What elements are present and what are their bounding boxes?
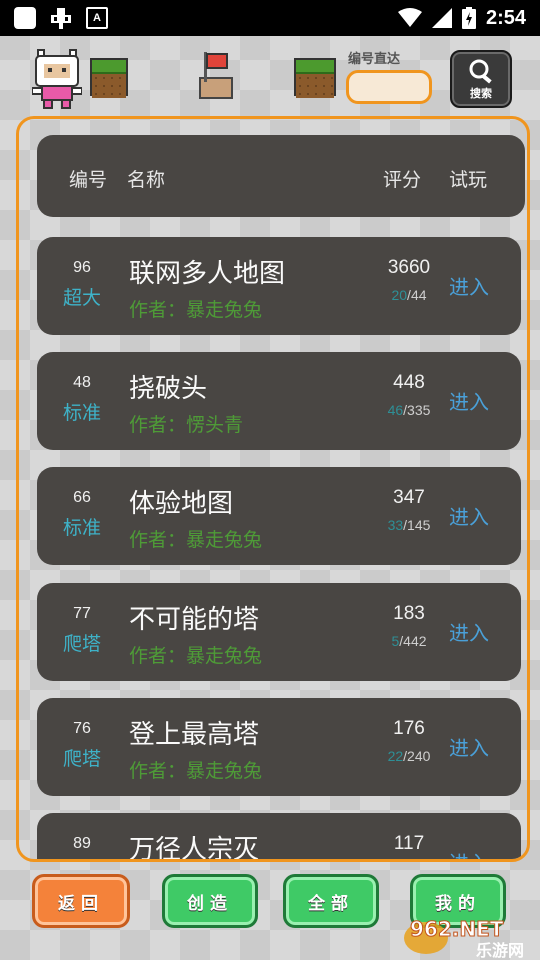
map-list-panel[interactable]: 编号 名称 评分 试玩 96 超大 联网多人地图 作者：暴走兔兔 3660 20… — [16, 116, 530, 862]
player-avatar-icon[interactable] — [32, 48, 82, 110]
magnifier-icon — [469, 59, 492, 84]
table-row[interactable]: 96 超大 联网多人地图 作者：暴走兔兔 3660 20/44 进入 — [37, 237, 521, 335]
watermark-brand: 962.NET — [410, 917, 504, 941]
map-name: 联网多人地图 — [129, 259, 286, 289]
table-row[interactable]: 76 爬塔 登上最高塔 作者：暴走兔兔 176 22/240 进入 — [37, 698, 521, 796]
top-bar: 编号直达 搜索 — [0, 36, 540, 112]
site-watermark-logo: 962.NET 乐游网 — [404, 917, 524, 958]
enter-button[interactable]: 进入 — [449, 501, 489, 530]
map-number: 77 — [73, 605, 91, 622]
map-size-tag: 标准 — [62, 517, 101, 539]
wifi-icon — [397, 8, 422, 27]
grass-block-icon[interactable] — [90, 58, 128, 98]
map-ratio: 33/145 — [387, 517, 431, 533]
table-header: 编号 名称 评分 试玩 — [37, 135, 525, 217]
map-author: 作者：暴走兔兔 — [129, 760, 263, 782]
header-score: 评分 — [383, 169, 422, 191]
map-score: 176 — [393, 718, 425, 739]
map-number: 76 — [73, 720, 91, 737]
map-author: 作者：暴走兔兔 — [129, 299, 263, 321]
header-num: 编号 — [69, 169, 108, 191]
map-size-tag: 爬塔 — [62, 633, 101, 655]
status-bar: A 2:54 — [0, 0, 540, 36]
back-button-label: 返回 — [58, 893, 104, 914]
map-author: 作者：愣头青 — [129, 414, 244, 436]
map-name: 登上最高塔 — [129, 720, 260, 750]
map-name: 万径人宗灭 — [129, 835, 260, 862]
map-ratio: 20/44 — [391, 287, 427, 303]
map-score: 117 — [393, 833, 425, 854]
map-author: 作者：暴走兔兔 — [129, 645, 263, 667]
table-row[interactable]: 66 标准 体验地图 作者：暴走兔兔 347 33/145 进入 — [37, 467, 521, 565]
all-button[interactable]: 全部 — [283, 874, 379, 928]
map-name: 挠破头 — [129, 374, 208, 404]
map-score: 448 — [393, 372, 425, 393]
signal-icon — [431, 8, 452, 28]
map-name: 体验地图 — [129, 489, 234, 519]
header-play: 试玩 — [449, 169, 488, 191]
flag-icon[interactable] — [196, 50, 236, 100]
map-size-tag: 超大 — [62, 287, 101, 309]
app-square-icon — [14, 7, 36, 29]
back-button[interactable]: 返回 — [32, 874, 130, 928]
map-score: 183 — [393, 603, 425, 624]
create-button[interactable]: 创造 — [162, 874, 258, 928]
bug-icon — [51, 8, 71, 29]
map-ratio: 46/335 — [387, 402, 431, 418]
enter-button[interactable]: 进入 — [449, 617, 489, 646]
enter-button[interactable]: 进入 — [449, 271, 489, 300]
map-number: 48 — [73, 374, 91, 391]
a-badge-icon: A — [86, 7, 108, 29]
table-row[interactable]: 77 爬塔 不可能的塔 作者：暴走兔兔 183 5/442 进入 — [37, 583, 521, 681]
header-name: 名称 — [127, 169, 166, 191]
table-row[interactable]: 48 标准 挠破头 作者：愣头青 448 46/335 进入 — [37, 352, 521, 450]
enter-button[interactable]: 进入 — [449, 732, 489, 761]
search-button[interactable]: 搜索 — [450, 50, 512, 108]
map-score: 347 — [393, 487, 425, 508]
map-number: 96 — [73, 259, 91, 276]
search-label: 编号直达 — [348, 52, 401, 67]
map-author: 作者：暴走兔兔 — [129, 529, 263, 551]
enter-button[interactable]: 进入 — [449, 847, 489, 859]
watermark-site: 乐游网 — [476, 941, 524, 958]
map-name: 不可能的塔 — [129, 605, 260, 635]
map-number: 66 — [73, 489, 91, 506]
table-row[interactable]: 89 万径人宗灭 117 进入 — [37, 813, 521, 862]
map-size-tag: 爬塔 — [62, 748, 101, 770]
create-button-label: 创造 — [187, 893, 233, 914]
all-button-label: 全部 — [308, 893, 354, 914]
enter-button[interactable]: 进入 — [449, 386, 489, 415]
grass-block-icon-2[interactable] — [294, 58, 336, 98]
search-input[interactable] — [346, 70, 432, 104]
map-number: 89 — [73, 835, 91, 852]
search-button-label: 搜索 — [470, 87, 492, 100]
map-score: 3660 — [387, 257, 431, 278]
battery-icon — [461, 7, 476, 29]
clock: 2:54 — [485, 6, 526, 29]
map-size-tag: 标准 — [62, 402, 101, 424]
map-ratio: 22/240 — [387, 748, 431, 764]
map-ratio: 5/442 — [391, 633, 427, 649]
